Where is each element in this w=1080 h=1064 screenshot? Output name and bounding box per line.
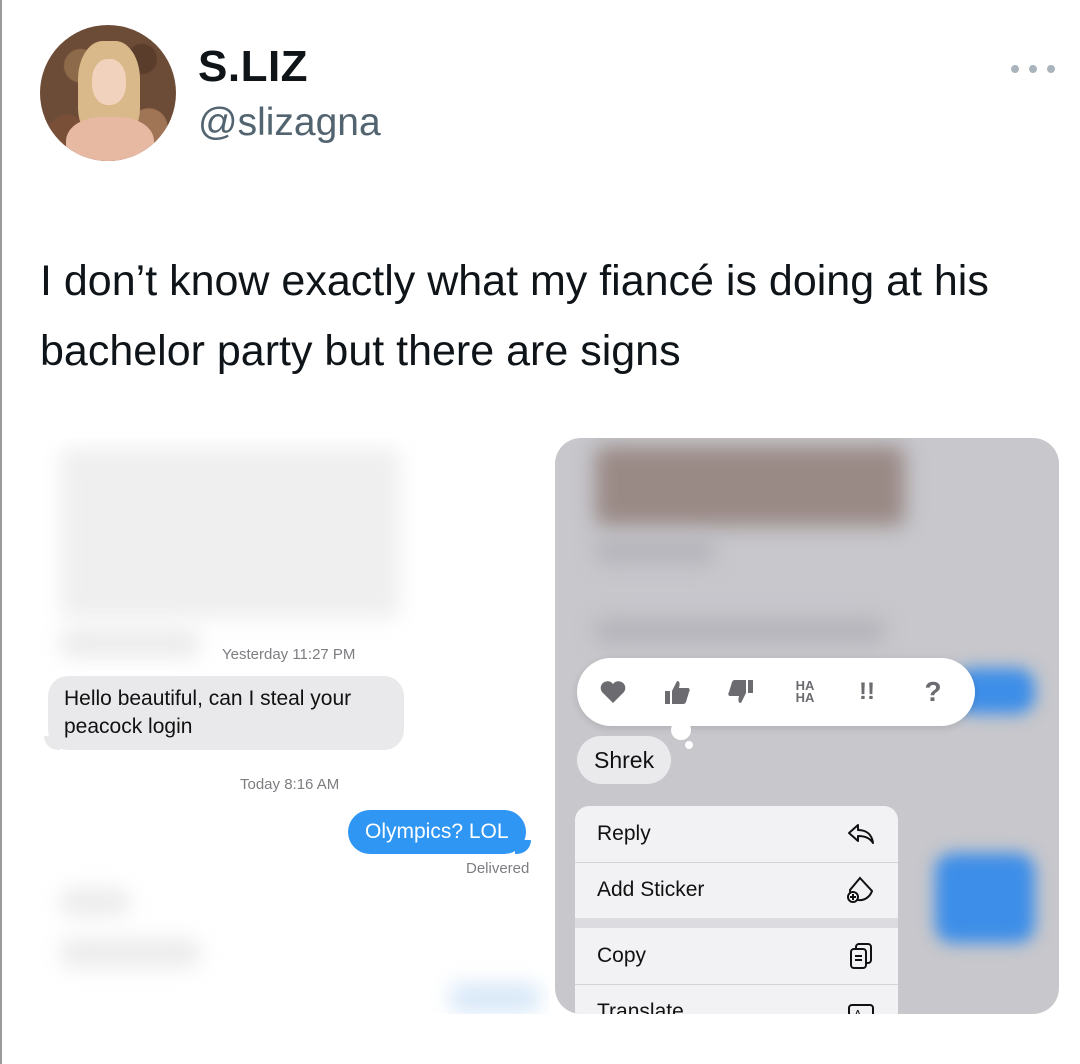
heart-icon[interactable] xyxy=(593,674,633,710)
incoming-message-bubble[interactable]: Hello beautiful, can I steal your peacoc… xyxy=(44,676,404,750)
tapback-reaction-bar: HA HA !! ? xyxy=(577,658,975,726)
timestamp-yesterday: Yesterday 11:27 PM xyxy=(222,646,356,663)
menu-item-add-sticker[interactable]: Add Sticker xyxy=(575,862,898,918)
blurred-image xyxy=(60,448,400,618)
question-icon[interactable]: ? xyxy=(913,674,953,710)
translate-icon: A xyxy=(848,1004,874,1014)
left-edge-border xyxy=(0,0,2,1064)
sticker-icon xyxy=(847,876,874,903)
timestamp-today: Today 8:16 AM xyxy=(240,776,340,793)
haha-icon[interactable]: HA HA xyxy=(785,674,825,710)
profile-avatar[interactable] xyxy=(40,25,176,161)
thumbs-up-icon[interactable] xyxy=(657,674,697,710)
thumbs-down-icon[interactable] xyxy=(721,674,761,710)
blurred-bubble xyxy=(450,983,540,1013)
blurred-text xyxy=(60,628,200,658)
menu-item-label: Reply xyxy=(597,822,651,845)
blurred-text xyxy=(60,888,130,916)
reply-icon xyxy=(848,824,874,844)
outgoing-message-bubble[interactable]: Olympics? LOL xyxy=(348,810,531,854)
tweet-text: I don’t know exactly what my fiancé is d… xyxy=(40,257,989,375)
menu-item-translate[interactable]: Translate A xyxy=(575,984,898,1014)
reacted-message-bubble[interactable]: Shrek xyxy=(577,736,672,784)
messages-screenshot-left: Yesterday 11:27 PM Hello beautiful, can … xyxy=(40,438,550,1014)
bar-tail-dot xyxy=(685,741,693,749)
menu-item-label: Translate xyxy=(597,1000,684,1014)
blurred-bubble xyxy=(935,853,1035,943)
author-handle[interactable]: @slizagna xyxy=(198,101,381,145)
svg-text:A: A xyxy=(854,1008,862,1014)
blurred-image xyxy=(595,446,905,526)
exclamation-icon[interactable]: !! xyxy=(847,674,887,710)
context-menu: Reply Add Sticker Copy Translate A xyxy=(575,806,898,1014)
blurred-text xyxy=(595,618,885,644)
menu-item-label: Copy xyxy=(597,944,647,967)
more-options-icon[interactable] xyxy=(1011,62,1055,76)
delivered-status: Delivered xyxy=(466,860,530,877)
messages-screenshot-right: HA HA !! ? Shrek Reply Add Sticker Copy T… xyxy=(555,438,1059,1014)
blurred-text xyxy=(60,938,200,968)
menu-item-label: Add Sticker xyxy=(597,878,705,901)
bar-tail xyxy=(671,720,691,740)
blurred-text xyxy=(595,538,715,564)
copy-icon xyxy=(850,943,872,969)
menu-item-reply[interactable]: Reply xyxy=(575,806,898,862)
author-name[interactable]: S.LIZ xyxy=(198,42,308,92)
menu-item-copy[interactable]: Copy xyxy=(575,928,898,984)
